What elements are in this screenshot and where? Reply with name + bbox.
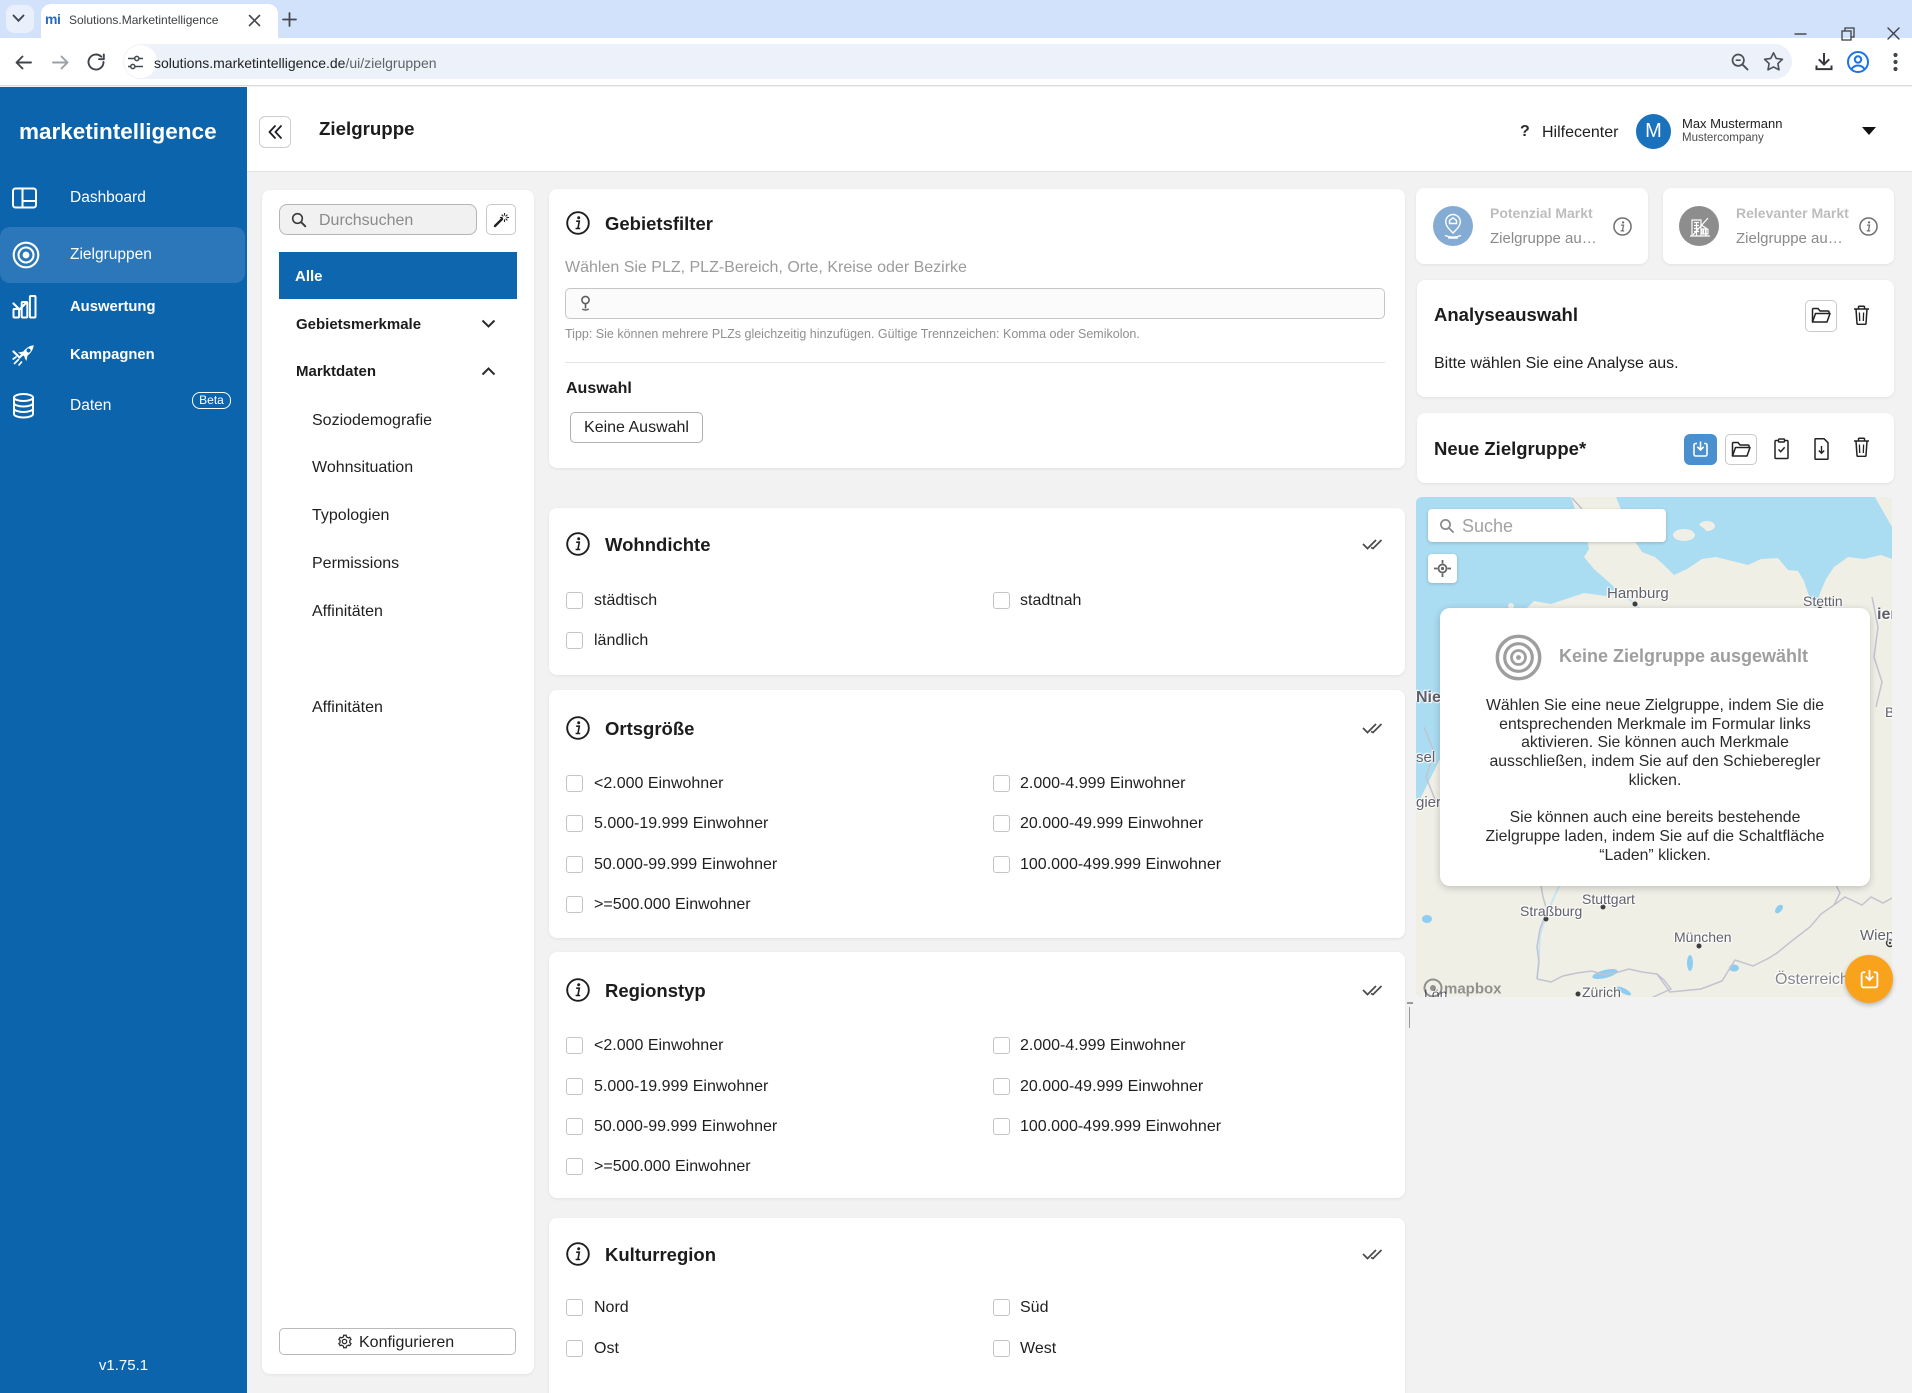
svg-text:mapbox: mapbox [1444, 981, 1502, 998]
